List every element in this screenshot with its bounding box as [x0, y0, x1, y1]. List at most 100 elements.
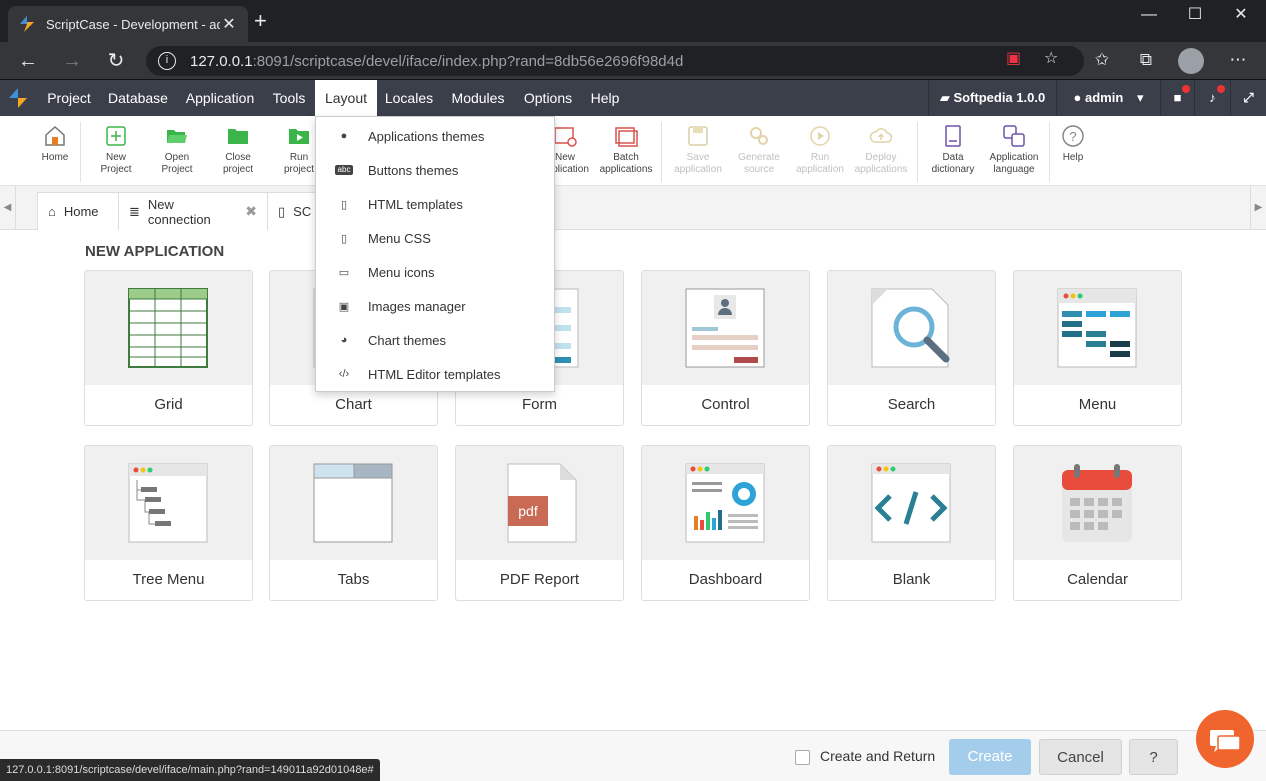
tab-new-connection[interactable]: ≣ New connection ✖ — [118, 192, 268, 230]
menu-item-html-templates[interactable]: ▯ HTML templates — [316, 187, 554, 221]
menu-item-menu-icons[interactable]: ▭ Menu icons — [316, 255, 554, 289]
new-project-label-1: New — [105, 152, 126, 163]
book-icon — [945, 125, 961, 147]
bookmark-star-icon[interactable]: ☆ — [1044, 48, 1058, 68]
chevron-down-icon: ▾ — [1136, 90, 1144, 105]
run-application-button[interactable]: Run application — [789, 124, 851, 176]
close-icon[interactable]: ✖ — [245, 203, 257, 220]
card-menu[interactable]: Menu — [1013, 270, 1182, 426]
chat-icon — [1210, 730, 1241, 752]
menu-item-applications-themes[interactable]: ● Applications themes — [316, 119, 554, 153]
more-menu-icon[interactable]: ⋯ — [1226, 50, 1250, 70]
create-and-return-checkbox[interactable] — [795, 750, 810, 765]
video-icon[interactable]: ■ — [1160, 80, 1194, 116]
menu-application[interactable]: Application — [176, 80, 264, 116]
card-grid[interactable]: Grid — [84, 270, 253, 426]
menu-help[interactable]: Help — [581, 80, 629, 116]
close-project-button[interactable]: Close project — [207, 124, 269, 176]
menu-item-html-editor-templates[interactable]: ‹/› HTML Editor templates — [316, 357, 554, 391]
css-file-icon: ▯ — [340, 232, 348, 245]
app-menubar: Project Database Application Tools Layou… — [0, 80, 1266, 116]
menu-tools[interactable]: Tools — [264, 80, 314, 116]
application-language-button[interactable]: Application language — [983, 124, 1045, 176]
tab-home[interactable]: ⌂ Home — [37, 192, 119, 230]
menu-item-label: Images manager — [368, 298, 466, 314]
back-icon[interactable]: ← — [16, 49, 40, 73]
save-application-button[interactable]: Save application — [667, 124, 729, 176]
chat-bubble-button[interactable] — [1196, 710, 1254, 768]
open-project-button[interactable]: Open Project — [146, 124, 208, 176]
help-question-button[interactable]: ? — [1129, 739, 1178, 775]
card-search[interactable]: Search — [827, 270, 996, 426]
url-input[interactable]: i 127.0.0.1:8091/scriptcase/devel/iface/… — [146, 46, 1084, 76]
scroll-left-icon[interactable]: ◀ — [0, 186, 16, 230]
home-button[interactable]: Home — [24, 124, 86, 164]
search-icon — [871, 288, 950, 368]
project-selector[interactable]: ▰ Softpedia 1.0.0 — [928, 80, 1056, 116]
notifications-bell-icon[interactable]: ♪ — [1194, 80, 1230, 116]
menu-item-label: HTML Editor templates — [368, 366, 501, 382]
help-button[interactable]: ? Help — [1042, 124, 1104, 164]
reload-icon[interactable]: ↻ — [104, 49, 128, 73]
project-name: Softpedia 1.0.0 — [953, 90, 1046, 105]
run-project-label-1: Run — [289, 152, 309, 163]
user-name: admin — [1085, 90, 1124, 105]
run-project-label-2: project — [283, 164, 314, 175]
translate-icon — [1003, 125, 1025, 147]
create-button[interactable]: Create — [949, 739, 1031, 775]
fullscreen-icon[interactable]: ⤢ — [1230, 80, 1266, 116]
profile-avatar[interactable] — [1178, 48, 1204, 74]
new-tab-button[interactable]: + — [254, 10, 267, 32]
browser-tab[interactable]: ScriptCase - Development - adm ✕ — [8, 6, 248, 42]
site-info-icon[interactable]: i — [158, 52, 176, 70]
menu-item-menu-css[interactable]: ▯ Menu CSS — [316, 221, 554, 255]
menu-modules[interactable]: Modules — [441, 80, 515, 116]
user-menu[interactable]: ● admin ▾ — [1056, 80, 1160, 116]
menu-item-chart-themes[interactable]: ◕ Chart themes — [316, 323, 554, 357]
scroll-right-icon[interactable]: ▶ — [1250, 186, 1266, 230]
data-dictionary-button[interactable]: Data dictionary — [922, 124, 984, 176]
card-tabs-label: Tabs — [337, 571, 370, 588]
forward-icon[interactable]: → — [60, 49, 84, 73]
menu-item-buttons-themes[interactable]: abc Buttons themes — [316, 153, 554, 187]
run-application-label-1: Run — [810, 152, 830, 163]
card-dashboard[interactable]: Dashboard — [641, 445, 810, 601]
cancel-button[interactable]: Cancel — [1039, 739, 1122, 775]
blocked-popup-icon[interactable]: ▣ — [1006, 48, 1021, 68]
generate-source-button[interactable]: Generate source — [728, 124, 790, 176]
menu-item-images-manager[interactable]: ▣ Images manager — [316, 289, 554, 323]
toolbar-divider — [661, 122, 662, 182]
minimize-icon[interactable]: — — [1126, 4, 1172, 26]
batch-applications-button[interactable]: Batch applications — [595, 124, 657, 176]
menu-locales[interactable]: Locales — [377, 80, 441, 116]
run-application-label-2: application — [796, 164, 844, 175]
favorites-icon[interactable]: ✩ — [1090, 50, 1114, 70]
card-pdf-report[interactable]: pdf PDF Report — [455, 445, 624, 601]
deploy-applications-button[interactable]: Deploy applications — [850, 124, 912, 176]
data-dictionary-label-1: Data — [942, 152, 964, 163]
menu-database[interactable]: Database — [100, 80, 176, 116]
maximize-icon[interactable]: ☐ — [1172, 4, 1218, 26]
card-tabs[interactable]: Tabs — [269, 445, 438, 601]
card-control[interactable]: Control — [641, 270, 810, 426]
close-tab-icon[interactable]: ✕ — [220, 14, 238, 34]
pie-chart-icon: ◕ — [340, 334, 348, 346]
toolbar-divider — [80, 122, 81, 182]
dashboard-icon — [685, 463, 765, 543]
pdf-file-icon: pdf — [507, 463, 577, 543]
card-calendar[interactable]: Calendar — [1013, 445, 1182, 601]
menu-project[interactable]: Project — [38, 80, 100, 116]
new-project-button[interactable]: New Project — [85, 124, 147, 176]
menu-options[interactable]: Options — [515, 80, 581, 116]
card-tree-menu[interactable]: Tree Menu — [84, 445, 253, 601]
window-close-icon[interactable]: ✕ — [1218, 4, 1264, 26]
scriptcase-favicon-icon — [20, 16, 34, 32]
menu-layout[interactable]: Layout — [315, 80, 377, 116]
collections-icon[interactable]: ⧉ — [1134, 50, 1158, 70]
menu-item-label: Menu icons — [368, 264, 435, 280]
card-menu-label: Menu — [1078, 396, 1117, 413]
new-application-panel: NEW APPLICATION Grid Chart Form Control … — [0, 230, 1266, 740]
card-blank[interactable]: Blank — [827, 445, 996, 601]
card-pdf-report-label: PDF Report — [499, 571, 580, 588]
new-application-icon — [554, 127, 577, 147]
